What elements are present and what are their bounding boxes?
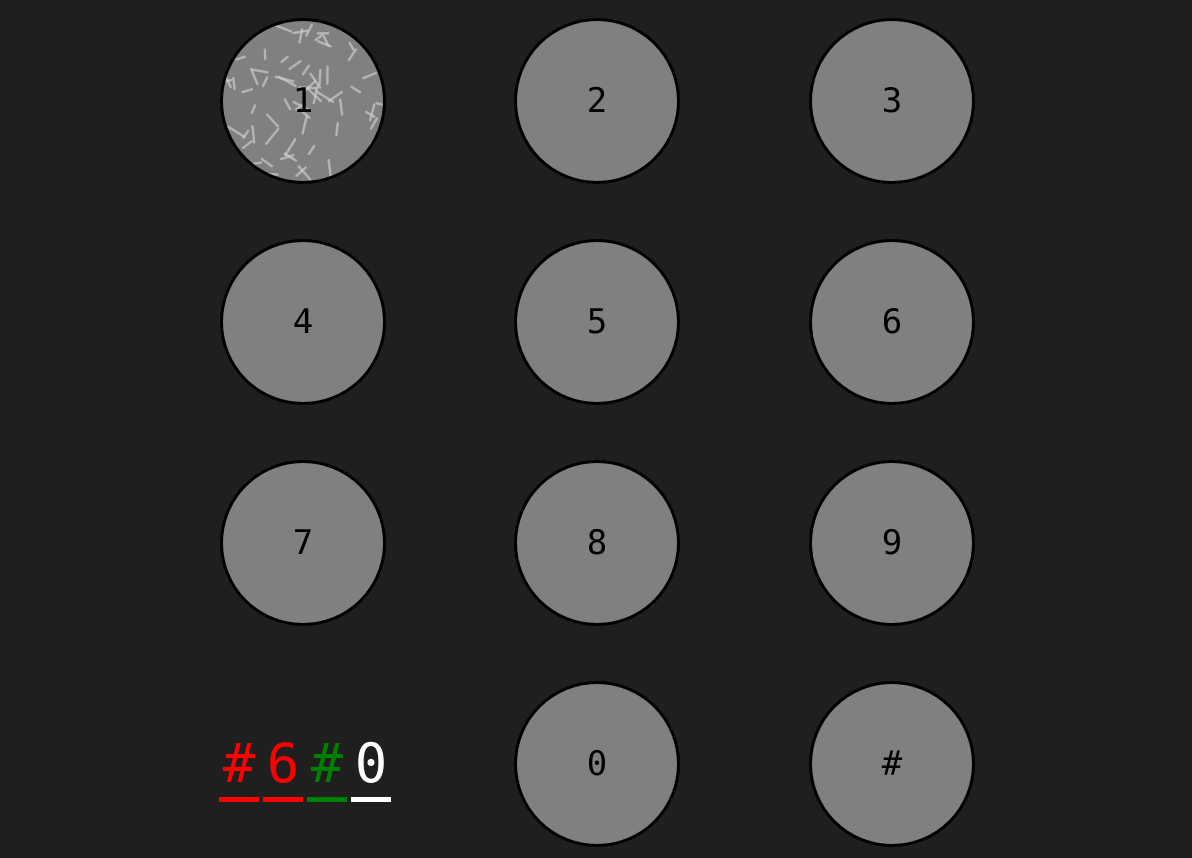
key-5[interactable]: 5 <box>514 239 680 405</box>
key-hash[interactable]: # <box>809 681 975 847</box>
code-char: # <box>307 737 347 802</box>
key-label: 1 <box>292 81 314 121</box>
key-8[interactable]: 8 <box>514 460 680 626</box>
key-label: # <box>881 744 903 784</box>
code-char: 6 <box>263 737 303 802</box>
key-6[interactable]: 6 <box>809 239 975 405</box>
key-label: 7 <box>292 523 314 563</box>
key-label: 4 <box>292 302 314 342</box>
key-label: 2 <box>586 81 608 121</box>
key-4[interactable]: 4 <box>220 239 386 405</box>
key-label: 5 <box>586 302 608 342</box>
code-char: # <box>219 737 259 802</box>
key-7[interactable]: 7 <box>220 460 386 626</box>
key-9[interactable]: 9 <box>809 460 975 626</box>
key-label: 9 <box>881 523 903 563</box>
key-0[interactable]: 0 <box>514 681 680 847</box>
key-label: 0 <box>586 744 608 784</box>
key-3[interactable]: 3 <box>809 18 975 184</box>
key-label: 8 <box>586 523 608 563</box>
entered-code-display: #6 #0 <box>219 736 395 802</box>
key-label: 3 <box>881 81 903 121</box>
key-2[interactable]: 2 <box>514 18 680 184</box>
key-1[interactable]: 1 <box>220 18 386 184</box>
key-label: 6 <box>881 302 903 342</box>
code-char: 0 <box>351 737 391 802</box>
